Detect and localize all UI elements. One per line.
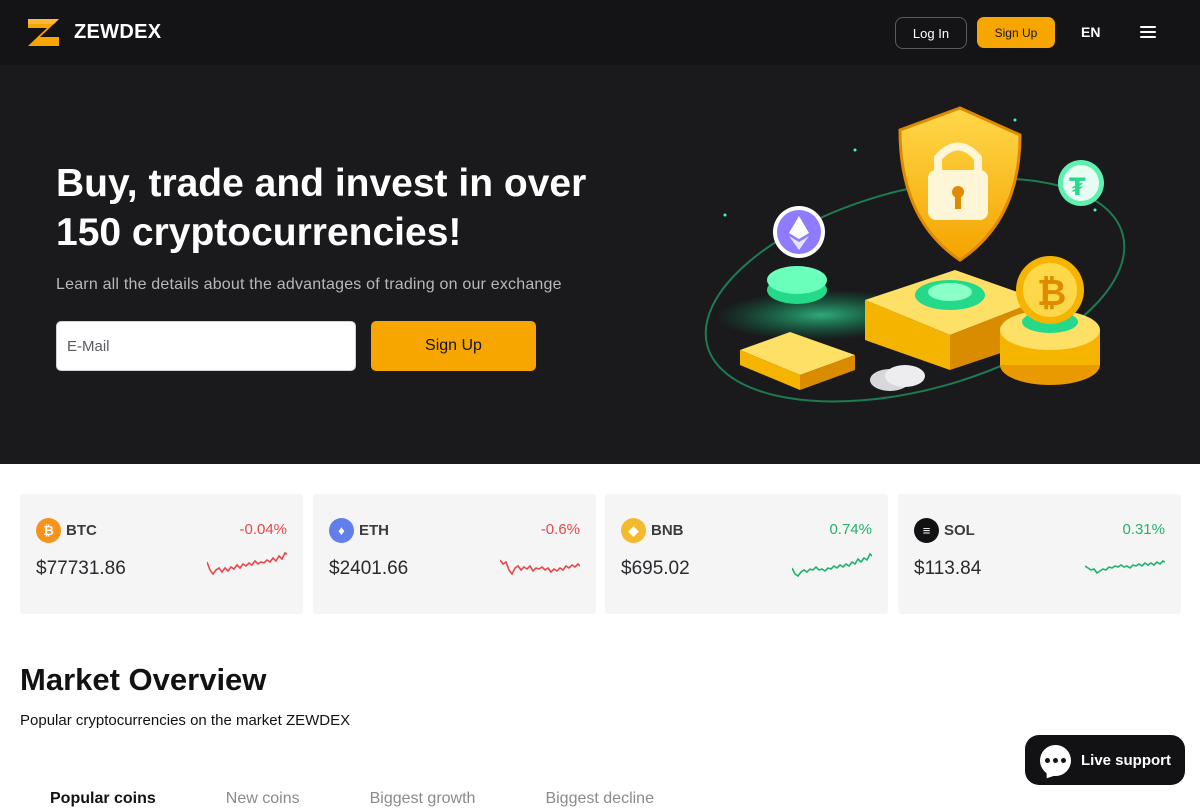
zewdex-logo-icon (26, 17, 61, 48)
tab-new-coins[interactable]: New coins (226, 790, 300, 810)
coin-price: $113.84 (914, 558, 982, 579)
signup-button-header[interactable]: Sign Up (977, 17, 1055, 48)
sparkline-chart (207, 551, 287, 576)
coin-symbol: SOL (944, 522, 975, 539)
hero-section: Buy, trade and invest in over 150 crypto… (0, 65, 1200, 464)
svg-text:₿: ₿ (1037, 273, 1066, 314)
ticker-card-eth[interactable]: ♦ ETH -0.6% $2401.66 (313, 494, 596, 614)
ethereum-icon: ♦ (329, 518, 354, 543)
brand-name: ZEWDEX (74, 21, 162, 43)
ticker-card-bnb[interactable]: ◆ BNB 0.74% $695.02 (605, 494, 888, 614)
sparkline-chart (792, 552, 872, 578)
live-support-button[interactable]: Live support (1025, 735, 1185, 785)
ticker-card-btc[interactable]: ₿ BTC -0.04% $77731.86 (20, 494, 303, 614)
tab-popular-coins[interactable]: Popular coins (50, 790, 156, 810)
svg-text:₮: ₮ (1069, 173, 1086, 201)
market-tabs: Popular coins New coins Biggest growth B… (50, 790, 724, 810)
coin-price: $77731.86 (36, 558, 126, 579)
chat-icon (1040, 744, 1071, 776)
top-navbar: ZEWDEX Log In Sign Up EN (0, 0, 1200, 65)
coin-symbol: BTC (66, 522, 97, 539)
coin-change: 0.31% (1122, 521, 1165, 538)
coin-symbol: BNB (651, 522, 684, 539)
signup-button-hero[interactable]: Sign Up (371, 321, 536, 371)
bitcoin-icon: ₿ (36, 518, 61, 543)
sparkline-chart (1085, 560, 1165, 575)
coin-price: $695.02 (621, 558, 690, 579)
hamburger-menu-icon[interactable] (1140, 26, 1156, 40)
live-support-label: Live support (1081, 751, 1172, 769)
market-overview-title: Market Overview (20, 662, 267, 697)
coin-change: 0.74% (829, 521, 872, 538)
tab-biggest-decline[interactable]: Biggest decline (545, 790, 654, 810)
security-illustration: ₿ ₮ (704, 106, 1126, 403)
tab-biggest-growth[interactable]: Biggest growth (370, 790, 476, 810)
ticker-card-sol[interactable]: ≡ SOL 0.31% $113.84 (898, 494, 1181, 614)
login-button[interactable]: Log In (895, 17, 967, 49)
market-overview-subtitle: Popular cryptocurrencies on the market Z… (20, 712, 351, 729)
hero-title: Buy, trade and invest in over 150 crypto… (56, 162, 587, 254)
coin-price: $2401.66 (329, 558, 409, 579)
solana-icon: ≡ (914, 518, 939, 543)
bnb-icon: ◆ (621, 518, 646, 543)
language-selector[interactable]: EN (1081, 24, 1100, 40)
hero-subtitle: Learn all the details about the advantag… (56, 276, 562, 293)
brand-logo[interactable]: ZEWDEX (26, 17, 161, 48)
coin-change: -0.6% (540, 521, 580, 538)
email-input[interactable] (56, 321, 356, 371)
sparkline-chart (500, 559, 580, 576)
coin-symbol: ETH (359, 522, 389, 539)
coin-change: -0.04% (239, 521, 287, 538)
